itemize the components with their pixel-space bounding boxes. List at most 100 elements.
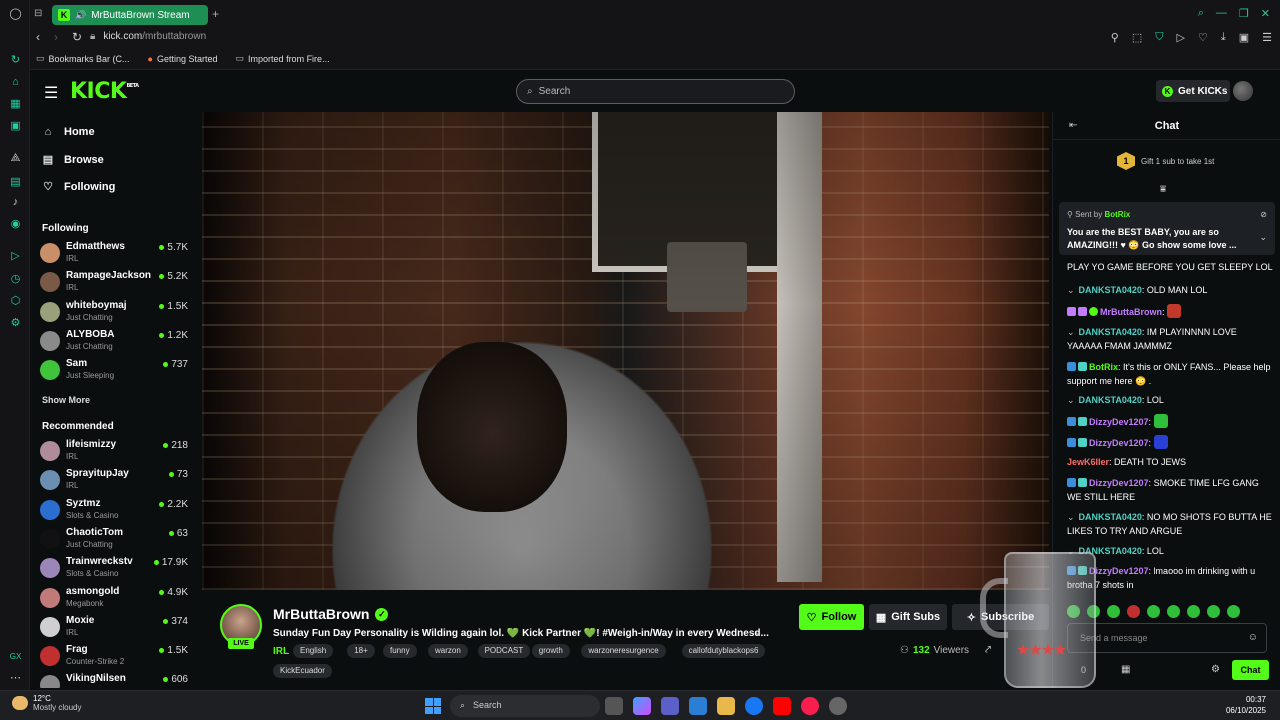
settings-icon[interactable]: ⚙: [1211, 664, 1220, 675]
chevron-down-icon[interactable]: ⌄: [1067, 285, 1075, 295]
tab-island-icon[interactable]: ⊟: [34, 8, 42, 19]
chat-username[interactable]: DizzyDev1207: [1089, 438, 1149, 448]
chevron-down-icon[interactable]: ⌄: [1067, 512, 1075, 522]
new-tab-button[interactable]: +: [212, 7, 219, 21]
tiktok-icon[interactable]: ♪: [9, 196, 22, 209]
back-icon[interactable]: ‹: [36, 30, 40, 44]
chat-username[interactable]: BotRix: [1089, 362, 1118, 372]
search-tabs-icon[interactable]: ⌕: [1198, 7, 1204, 20]
heart-icon[interactable]: ♡: [1198, 31, 1208, 44]
chat-username[interactable]: DANKSTA0420: [1079, 285, 1142, 295]
messenger-icon[interactable]: ▣: [9, 120, 22, 133]
chat-username[interactable]: DANKSTA0420: [1079, 395, 1142, 405]
aria-icon[interactable]: ↻: [9, 54, 22, 67]
snapshot-icon[interactable]: ⬚: [1132, 31, 1142, 44]
emote-icon[interactable]: [1207, 605, 1220, 618]
channel-item[interactable]: asmongold Megabonk 4.9K: [40, 586, 190, 614]
teams-icon[interactable]: [661, 697, 679, 715]
channel-item[interactable]: RampageJackson IRL 5.2K: [40, 270, 190, 298]
history-icon[interactable]: ◷: [9, 273, 22, 286]
emote-icon[interactable]: [1127, 605, 1140, 618]
opera-logo-icon[interactable]: ◯: [9, 8, 22, 21]
kick-logo[interactable]: KICKBETA: [70, 79, 139, 104]
unpin-icon[interactable]: ⊘: [1260, 210, 1267, 219]
kick-sidebar-icon[interactable]: ⟁: [9, 152, 22, 165]
emote-icon[interactable]: [1107, 605, 1120, 618]
channel-item[interactable]: SprayitupJay IRL 73: [40, 468, 190, 496]
search-input[interactable]: ⌕ Search: [516, 79, 795, 104]
chevron-down-icon[interactable]: ⌄: [1259, 232, 1267, 243]
tab-kick[interactable]: K 🔊 MrButtaBrown Stream: [52, 5, 208, 25]
reload-icon[interactable]: ↻: [72, 30, 82, 44]
profile-icon[interactable]: ▣: [1239, 31, 1249, 44]
emote-icon[interactable]: [1167, 605, 1180, 618]
emote-icon[interactable]: [1227, 605, 1240, 618]
store-icon[interactable]: [689, 697, 707, 715]
chevron-down-icon[interactable]: ⌄: [1067, 327, 1075, 337]
windows-start-icon[interactable]: [425, 698, 441, 714]
opera-gx-icon[interactable]: [801, 697, 819, 715]
twitch-icon[interactable]: ▤: [9, 176, 22, 189]
show-more-button[interactable]: Show More: [42, 395, 90, 405]
pinned-toggle-icon[interactable]: ⩸: [1160, 184, 1166, 195]
user-avatar[interactable]: [1233, 81, 1253, 101]
channel-item[interactable]: Moxie IRL 374: [40, 615, 190, 643]
chevron-down-icon[interactable]: ⌄: [754, 627, 762, 638]
channel-item[interactable]: lifeismizzy IRL 218: [40, 439, 190, 467]
get-kicks-button[interactable]: K Get KICKs: [1156, 80, 1230, 102]
pin-icon[interactable]: ⚲: [1111, 31, 1119, 44]
games-icon[interactable]: ▦: [9, 98, 22, 111]
chat-username[interactable]: DizzyDev1207: [1089, 478, 1149, 488]
settings-icon[interactable]: ⚙: [9, 317, 22, 330]
channel-item[interactable]: whiteboymaj Just Chatting 1.5K: [40, 300, 190, 328]
stream-tag[interactable]: English: [293, 644, 334, 658]
stream-category[interactable]: IRL: [273, 646, 289, 657]
youtube-icon[interactable]: [773, 697, 791, 715]
gift-leaderboard[interactable]: 1 Gift 1 sub to take 1st: [1117, 152, 1214, 170]
channel-item[interactable]: VikingNilsen 606: [40, 673, 190, 688]
file-explorer-icon[interactable]: [717, 697, 735, 715]
discord-icon[interactable]: ◉: [9, 218, 22, 231]
chat-username[interactable]: DizzyDev1207: [1089, 566, 1149, 576]
player-icon[interactable]: ▷: [9, 250, 22, 263]
minimize-icon[interactable]: —: [1216, 7, 1227, 20]
task-view-icon[interactable]: [605, 697, 623, 715]
gift-icon[interactable]: ▦: [1121, 664, 1130, 675]
speaker-icon[interactable]: 🔊: [75, 10, 86, 21]
app-icon[interactable]: [829, 697, 847, 715]
taskbar-search[interactable]: ⌕ Search: [450, 695, 600, 717]
stream-tag[interactable]: growth: [531, 644, 570, 658]
bookmark-item[interactable]: ● Getting Started: [148, 54, 218, 64]
channel-item[interactable]: Trainwreckstv Slots & Casino 17.9K: [40, 556, 190, 584]
facebook-icon[interactable]: [745, 697, 763, 715]
extensions-icon[interactable]: ⬡: [9, 295, 22, 308]
follow-button[interactable]: ♡ Follow: [799, 604, 864, 630]
send-chat-button[interactable]: Chat: [1232, 660, 1269, 680]
channel-item[interactable]: Sam Just Sleeping 737: [40, 358, 190, 386]
channel-item[interactable]: Frag Counter-Strike 2 1.5K: [40, 644, 190, 672]
gx-icon[interactable]: GX: [9, 650, 22, 663]
gift-subs-button[interactable]: ▦ Gift Subs: [869, 604, 947, 630]
stream-tag[interactable]: funny: [383, 644, 417, 658]
more-icon[interactable]: ⋯: [9, 672, 22, 685]
vpn-shield-icon[interactable]: ⛉: [1155, 31, 1163, 44]
stream-tag[interactable]: PODCAST: [477, 644, 531, 658]
stream-tag[interactable]: warzon: [428, 644, 468, 658]
download-icon[interactable]: ⤓: [1221, 31, 1226, 44]
channel-item[interactable]: ChaoticTom Just Chatting 63: [40, 527, 190, 555]
player-icon-2[interactable]: ▷: [1177, 31, 1185, 44]
system-clock[interactable]: 00:37 06/10/2025: [1226, 694, 1266, 716]
emote-icon[interactable]: [1147, 605, 1160, 618]
channel-item[interactable]: Syztmz Slots & Casino 2.2K: [40, 498, 190, 526]
bookmark-item[interactable]: ▭ Bookmarks Bar (C...: [36, 53, 130, 64]
stream-tag[interactable]: warzoneresurgence: [581, 644, 666, 658]
maximize-icon[interactable]: ❐: [1239, 7, 1249, 20]
chevron-down-icon[interactable]: ⌄: [1067, 395, 1075, 405]
close-icon[interactable]: ✕: [1261, 7, 1270, 20]
share-icon[interactable]: ⤤: [985, 644, 991, 657]
video-player[interactable]: [202, 112, 1049, 590]
url-field[interactable]: 🔒︎ kick.com/mrbuttabrown: [90, 31, 206, 42]
weather-widget[interactable]: 12°C Mostly cloudy: [12, 694, 81, 712]
chat-username[interactable]: DANKSTA0420: [1079, 327, 1142, 337]
emoji-icon[interactable]: ☺: [1248, 632, 1258, 643]
